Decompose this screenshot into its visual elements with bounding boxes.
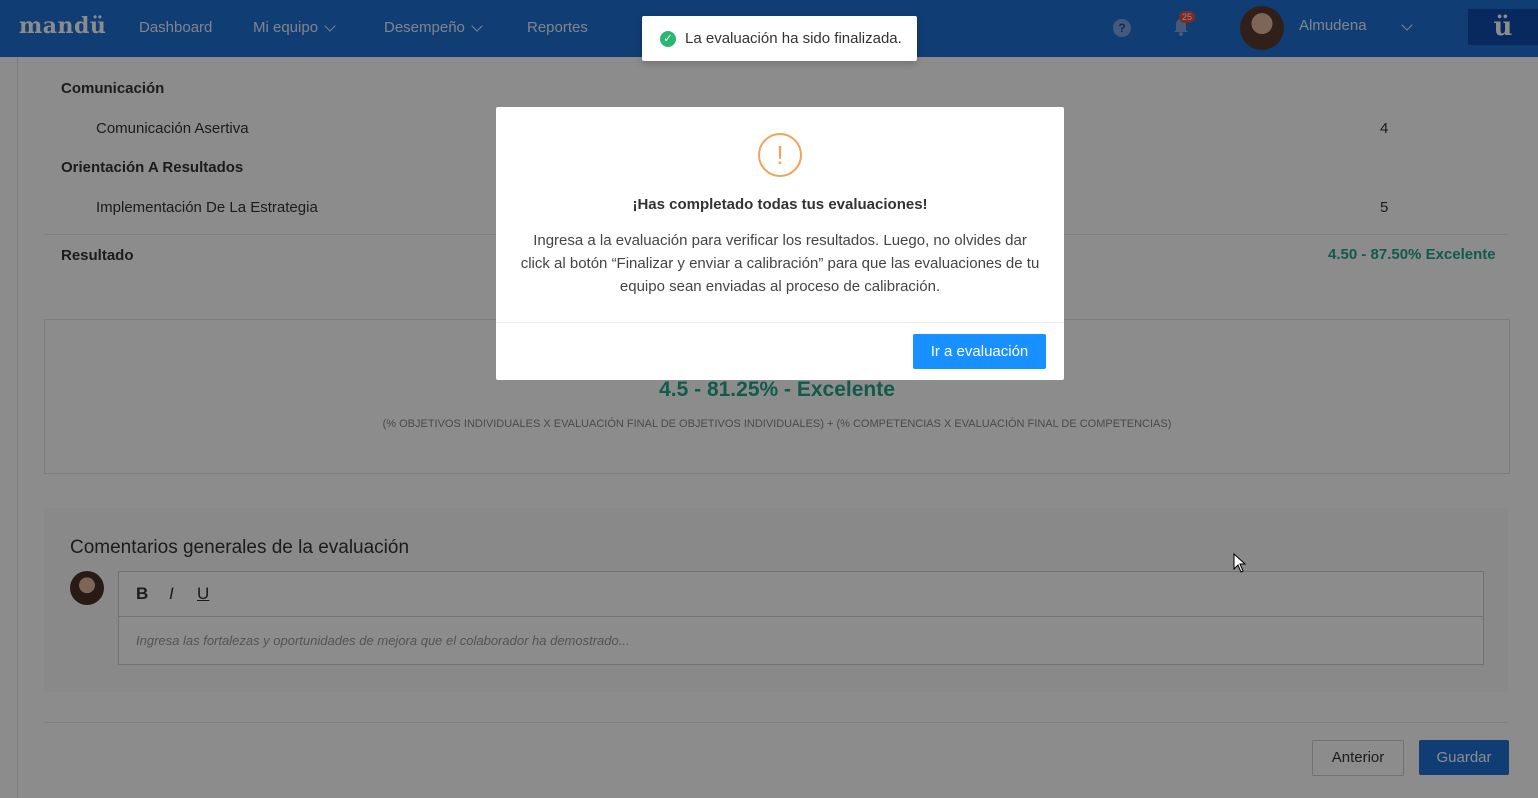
modal-text: Ingresa a la evaluación para verificar l…: [520, 232, 1040, 295]
warning-icon: !: [758, 133, 802, 177]
modal-divider: [496, 322, 1064, 323]
toast-message: La evaluación ha sido finalizada.: [685, 30, 902, 47]
go-to-evaluation-button[interactable]: Ir a evaluación: [913, 334, 1046, 369]
mouse-cursor-icon: [1233, 553, 1247, 573]
completion-modal: ! ¡Has completado todas tus evaluaciones…: [496, 107, 1064, 380]
success-toast: ✓ La evaluación ha sido finalizada.: [642, 16, 917, 61]
check-circle-icon: ✓: [660, 31, 676, 47]
modal-title: ¡Has completado todas tus evaluaciones!: [632, 196, 928, 213]
